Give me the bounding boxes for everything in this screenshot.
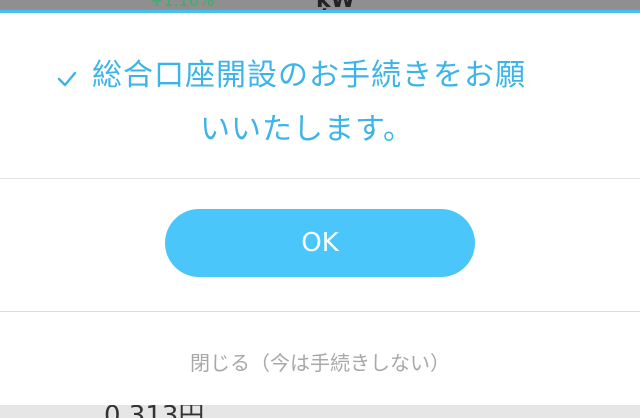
background-app-content: 0,313円 <box>0 405 640 418</box>
dialog-message: 総合口座開設のお手続きをお願 いいたします。 <box>56 49 616 157</box>
close-dialog-link[interactable]: 閉じる（今は手続きしない） <box>0 347 640 376</box>
dialog-message-area: 総合口座開設のお手続きをお願 いいたします。 <box>0 13 640 179</box>
background-decoration <box>262 405 622 418</box>
background-price-text: 0,313円 <box>104 405 204 418</box>
dialog-message-line1: 総合口座開設のお手続きをお願 <box>92 58 526 93</box>
account-opening-dialog: 総合口座開設のお手続きをお願 いいたします。 OK 閉じる（今は手続きしない） <box>0 10 640 405</box>
dialog-message-line2: いいたします。 <box>200 112 414 147</box>
dialog-divider <box>0 311 640 312</box>
background-change-percent: +1.16% <box>150 0 215 10</box>
ok-button[interactable]: OK <box>165 209 475 277</box>
